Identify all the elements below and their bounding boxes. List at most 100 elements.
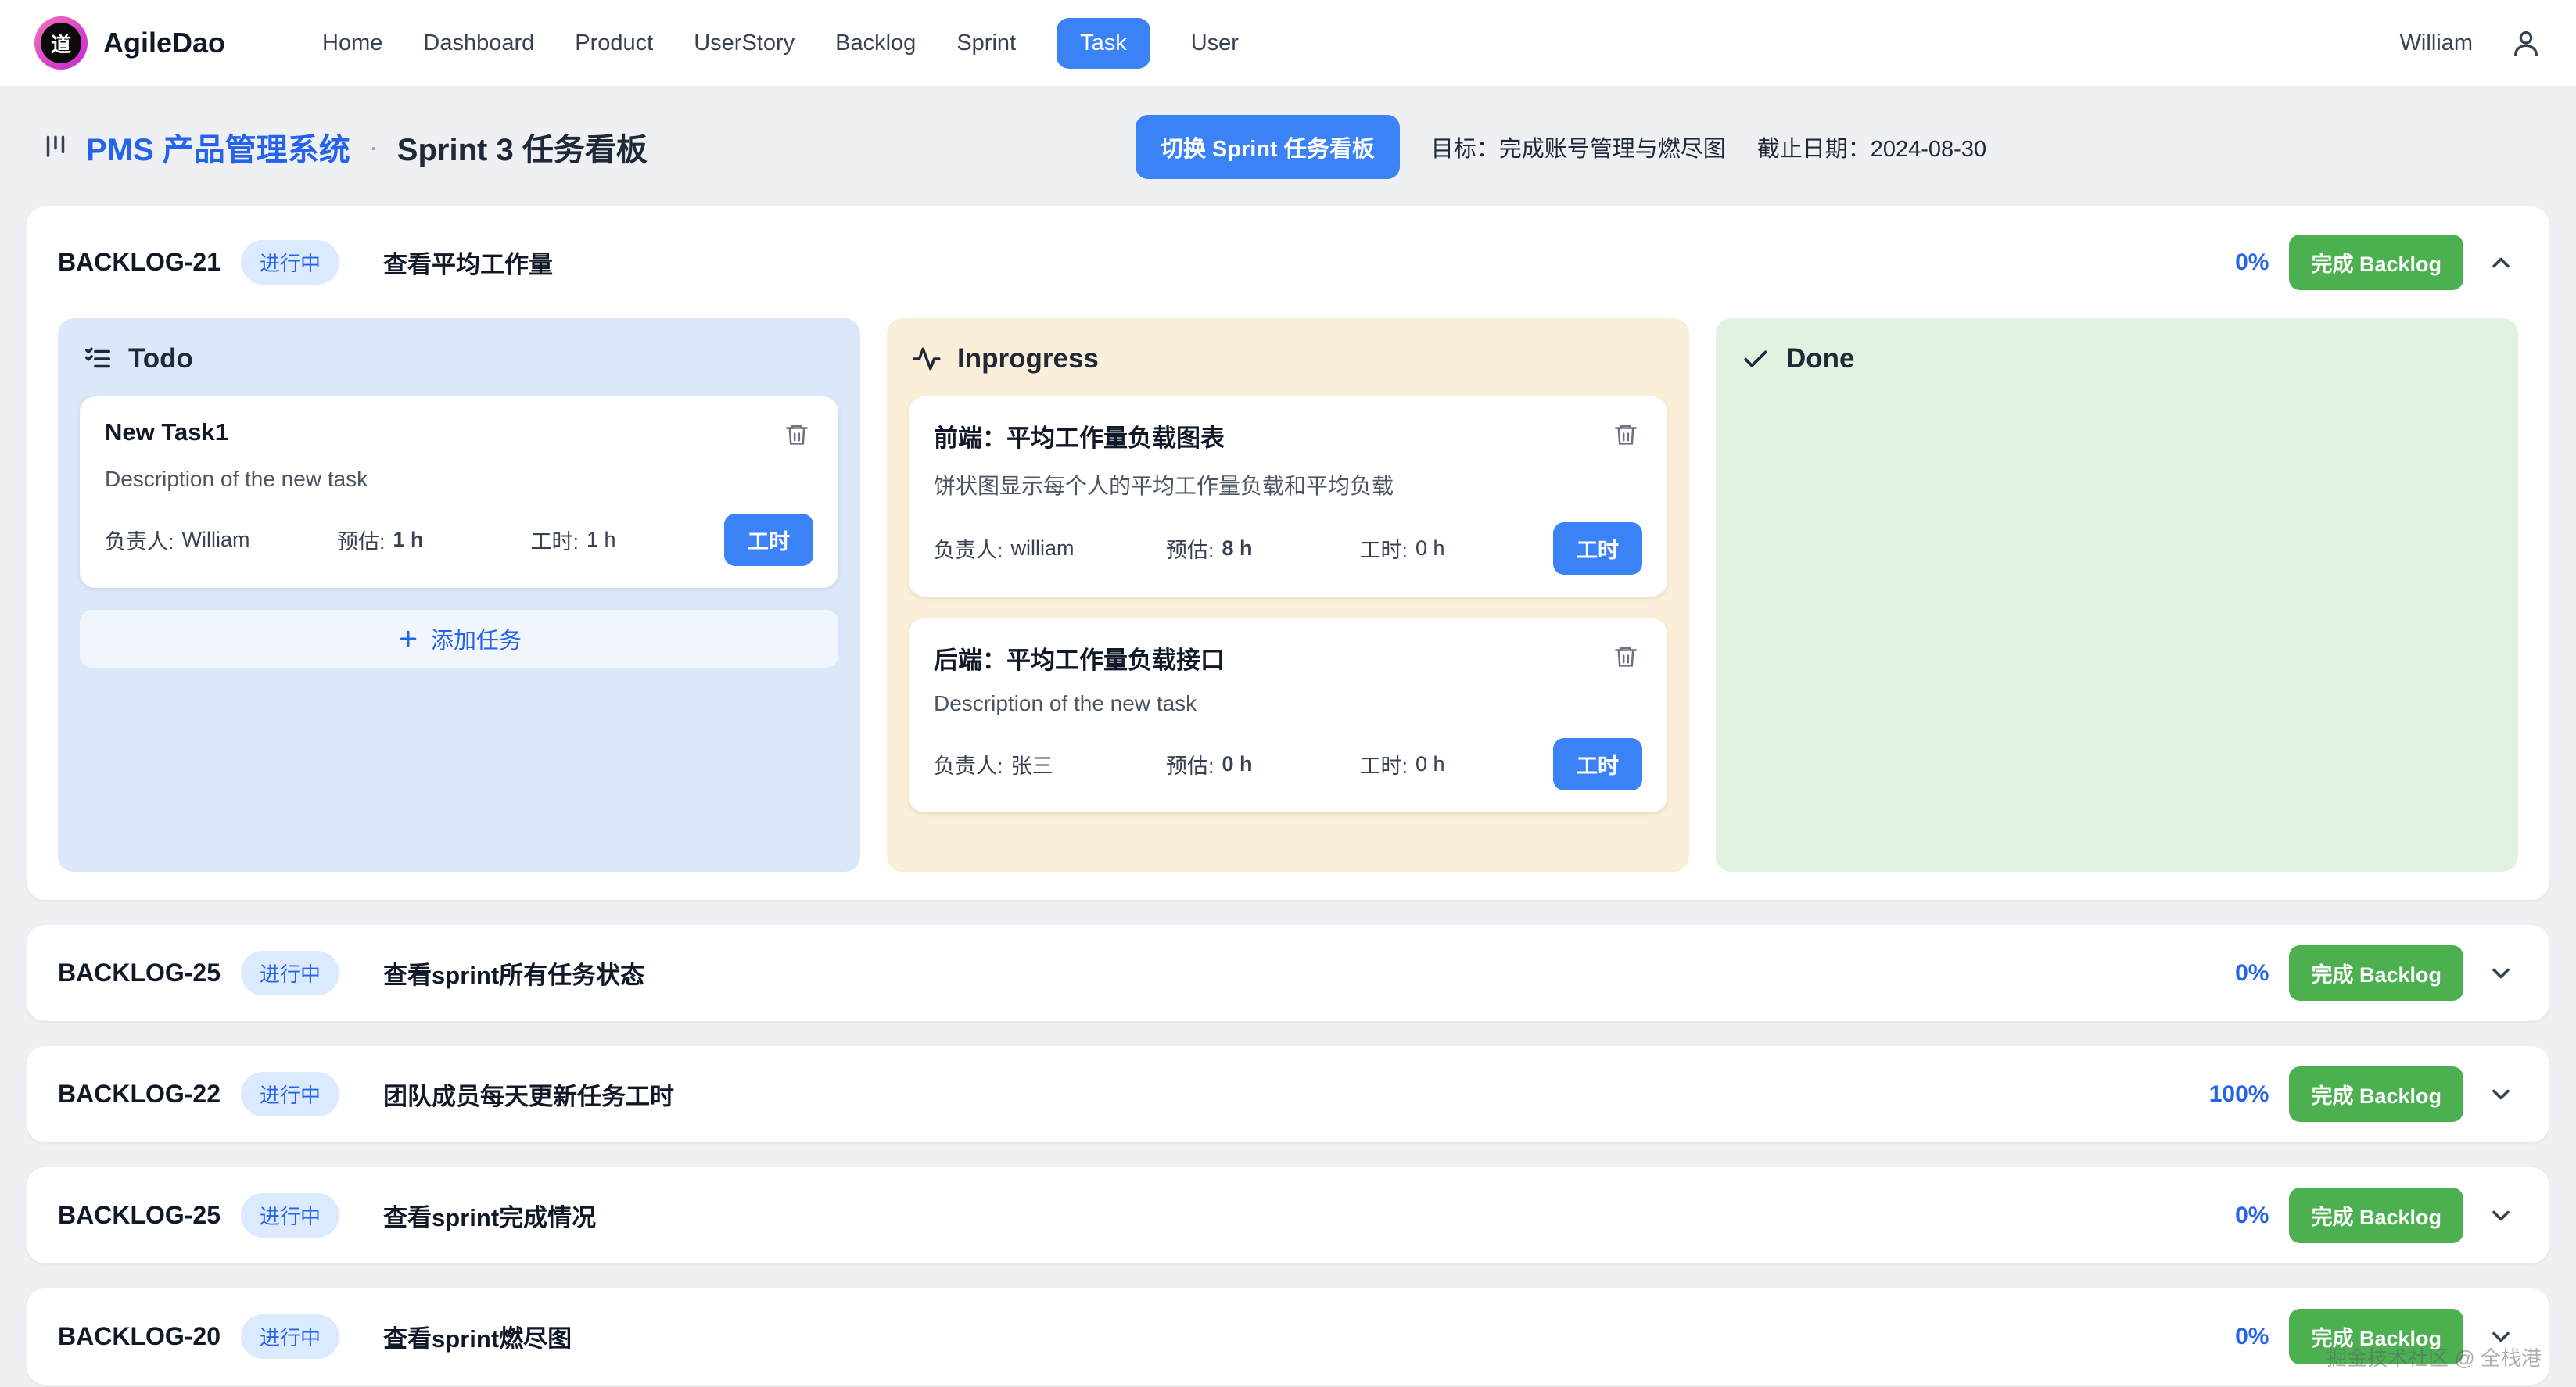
project-title-link[interactable]: PMS 产品管理系统 — [86, 124, 350, 170]
backlog-header: BACKLOG-21 进行中 查看平均工作量 0% 完成 Backlog — [58, 235, 2518, 290]
progress-percent: 0% — [2235, 1202, 2269, 1229]
estimate-label: 预估: — [1166, 533, 1214, 564]
nav-item-product[interactable]: Product — [575, 18, 653, 69]
kanban-columns: Todo New Task1 Description of the new ta… — [58, 318, 2518, 872]
user-profile-icon[interactable] — [2510, 27, 2542, 59]
task-card[interactable]: 后端：平均工作量负载接口 Description of the new task… — [909, 618, 1667, 812]
delete-task-button[interactable] — [1609, 418, 1642, 451]
complete-backlog-button[interactable]: 完成 Backlog — [2289, 1066, 2463, 1122]
backlog-card-collapsed: BACKLOG-22 进行中 团队成员每天更新任务工时 100% 完成 Back… — [27, 1046, 2549, 1142]
page-header: PMS 产品管理系统 · Sprint 3 任务看板 切换 Sprint 任务看… — [0, 88, 2576, 206]
estimate-label: 预估: — [337, 525, 386, 555]
column-inprogress-title: Inprogress — [957, 343, 1099, 375]
task-description: Description of the new task — [105, 467, 813, 492]
task-description: 饼状图显示每个人的平均工作量负载和平均负载 — [934, 469, 1642, 500]
activity-icon — [912, 344, 942, 374]
nav-item-home[interactable]: Home — [322, 18, 382, 69]
chevron-down-icon[interactable] — [2484, 1077, 2518, 1112]
complete-backlog-button[interactable]: 完成 Backlog — [2289, 235, 2463, 290]
status-badge: 进行中 — [241, 1072, 339, 1116]
brand[interactable]: 道 AgileDao — [34, 16, 225, 70]
brand-logo-icon: 道 — [34, 16, 88, 70]
nav-item-sprint[interactable]: Sprint — [956, 18, 1016, 69]
complete-backlog-button[interactable]: 完成 Backlog — [2289, 945, 2463, 1001]
backlog-list: BACKLOG-21 进行中 查看平均工作量 0% 完成 Backlog — [0, 206, 2576, 1385]
chevron-down-icon[interactable] — [2484, 956, 2518, 991]
column-done-header: Done — [1741, 343, 2496, 375]
progress-percent: 100% — [2209, 1081, 2269, 1108]
breadcrumb-separator: · — [366, 131, 382, 163]
task-description: Description of the new task — [934, 691, 1642, 716]
progress-percent: 0% — [2235, 1324, 2269, 1350]
hours-value: 0 h — [1415, 752, 1445, 776]
complete-backlog-button[interactable]: 完成 Backlog — [2289, 1188, 2463, 1243]
nav-item-backlog[interactable]: Backlog — [835, 18, 916, 69]
backlog-title: 查看sprint完成情况 — [383, 1198, 596, 1233]
backlog-id: BACKLOG-21 — [58, 248, 221, 277]
column-todo-header: Todo — [83, 343, 838, 375]
owner-label: 负责人: — [934, 749, 1003, 780]
nav-item-userstory[interactable]: UserStory — [694, 18, 795, 69]
estimate-value: 1 h — [393, 528, 424, 552]
hours-label: 工时: — [1360, 533, 1408, 564]
chevron-down-icon[interactable] — [2484, 1199, 2518, 1233]
estimate-label: 预估: — [1166, 749, 1214, 780]
backlog-id: BACKLOG-20 — [58, 1322, 221, 1351]
chevron-up-icon[interactable] — [2484, 246, 2518, 280]
backlog-card-collapsed: BACKLOG-20 进行中 查看sprint燃尽图 0% 完成 Backlog — [27, 1288, 2549, 1385]
column-inprogress: Inprogress 前端：平均工作量负载图表 饼状图显示每个人的平均工作量负载… — [887, 318, 1689, 872]
progress-percent: 0% — [2235, 249, 2269, 276]
brand-logo-glyph: 道 — [41, 23, 81, 63]
log-hours-button[interactable]: 工时 — [724, 514, 813, 566]
owner-value: William — [182, 528, 250, 552]
owner-value: william — [1011, 536, 1075, 561]
nav-item-user[interactable]: User — [1191, 18, 1239, 69]
status-badge: 进行中 — [241, 1314, 339, 1359]
log-hours-button[interactable]: 工时 — [1553, 738, 1642, 790]
kanban-icon — [41, 132, 70, 162]
backlog-card-collapsed: BACKLOG-25 进行中 查看sprint所有任务状态 0% 完成 Back… — [27, 925, 2549, 1021]
task-title: 后端：平均工作量负载接口 — [934, 640, 1225, 676]
hours-label: 工时: — [1360, 749, 1408, 780]
task-card[interactable]: New Task1 Description of the new task 负责… — [80, 396, 838, 588]
chevron-down-icon[interactable] — [2484, 1320, 2518, 1354]
plus-icon — [396, 627, 420, 650]
backlog-title: 团队成员每天更新任务工时 — [383, 1077, 674, 1112]
column-inprogress-header: Inprogress — [912, 343, 1667, 375]
task-card[interactable]: 前端：平均工作量负载图表 饼状图显示每个人的平均工作量负载和平均负载 负责人: … — [909, 396, 1667, 597]
owner-value: 张三 — [1011, 749, 1053, 780]
list-checks-icon — [83, 344, 113, 374]
add-task-button[interactable]: 添加任务 — [80, 610, 838, 668]
task-meta: 负责人: william 预估: 8 h 工时: 0 h 工时 — [934, 522, 1642, 575]
current-user-name: William — [2400, 30, 2473, 56]
log-hours-button[interactable]: 工时 — [1553, 522, 1642, 575]
brand-name: AgileDao — [103, 27, 225, 59]
column-todo: Todo New Task1 Description of the new ta… — [58, 318, 860, 872]
backlog-title: 查看平均工作量 — [383, 245, 553, 280]
backlog-header-actions: 0% 完成 Backlog — [2235, 235, 2518, 290]
column-done: Done — [1716, 318, 2518, 872]
column-todo-title: Todo — [128, 343, 193, 375]
backlog-id: BACKLOG-22 — [58, 1080, 221, 1109]
delete-task-button[interactable] — [780, 418, 813, 451]
sprint-goal-text: 目标：完成账号管理与燃尽图 — [1431, 131, 1726, 163]
owner-label: 负责人: — [105, 525, 174, 555]
check-icon — [1741, 344, 1771, 374]
nav-right: William — [2400, 27, 2542, 59]
delete-task-button[interactable] — [1609, 640, 1642, 673]
estimate-value: 8 h — [1222, 536, 1253, 561]
nav-item-task[interactable]: Task — [1057, 18, 1150, 69]
task-title: 前端：平均工作量负载图表 — [934, 418, 1225, 453]
task-meta: 负责人: 张三 预估: 0 h 工时: 0 h 工时 — [934, 738, 1642, 790]
backlog-card-expanded: BACKLOG-21 进行中 查看平均工作量 0% 完成 Backlog — [27, 206, 2549, 900]
task-title: New Task1 — [105, 418, 228, 446]
task-meta: 负责人: William 预估: 1 h 工时: 1 h 工时 — [105, 514, 813, 566]
header-actions: 切换 Sprint 任务看板 目标：完成账号管理与燃尽图 截止日期：2024-0… — [1136, 115, 1986, 179]
complete-backlog-button[interactable]: 完成 Backlog — [2289, 1309, 2463, 1364]
progress-percent: 0% — [2235, 960, 2269, 987]
hours-label: 工时: — [531, 525, 579, 555]
add-task-label: 添加任务 — [431, 622, 522, 655]
switch-sprint-board-button[interactable]: 切换 Sprint 任务看板 — [1136, 115, 1400, 179]
hours-value: 1 h — [587, 528, 616, 552]
nav-item-dashboard[interactable]: Dashboard — [423, 18, 534, 69]
